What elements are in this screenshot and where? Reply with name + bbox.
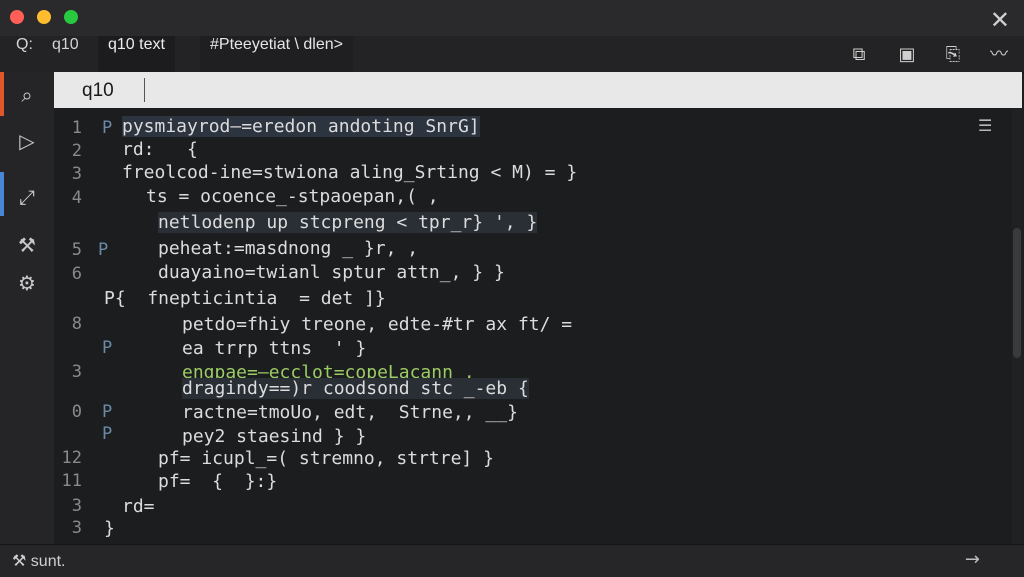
run-icon[interactable]: ▷ — [10, 124, 44, 158]
arrow-right-icon[interactable]: → — [965, 549, 980, 570]
code-line[interactable]: dragindy==)r coodsond stc _-eb { — [182, 378, 529, 399]
code-line[interactable]: duayaino=twianl sptur attn_, } } — [158, 262, 505, 283]
active-marker-extensions — [0, 172, 4, 216]
code-line[interactable]: peheat:=masdnong _ }r, , — [158, 238, 418, 259]
code-line[interactable]: ea trrp ttns ' } — [182, 338, 366, 359]
line-number: 4 — [71, 188, 82, 208]
code-editor[interactable]: 1 2 3 4 5 6 8 3 0 12 11 3 3 P P P P P py… — [54, 108, 1022, 544]
status-label: sunt. — [30, 553, 66, 570]
text-caret — [144, 78, 145, 102]
save-icon[interactable]: ▣ — [896, 44, 918, 66]
scrollbar-thumb[interactable] — [1013, 228, 1021, 358]
line-number: 2 — [71, 141, 82, 161]
line-number: 3 — [71, 164, 82, 184]
active-marker-top — [0, 72, 4, 116]
close-window-button[interactable] — [10, 10, 24, 24]
split-editor-icon[interactable]: ⧉ — [848, 44, 870, 66]
line-number: 8 — [71, 314, 82, 334]
tab-search[interactable]: Q: — [6, 36, 43, 72]
code-line[interactable]: ts = ocoence_-stpaoepan,( , — [146, 186, 439, 207]
editor-window: ✕ Q: q10 q10 text #Pteeyetiat \ dlen> ⧉ … — [0, 0, 1024, 577]
search-icon[interactable]: ⌕ — [10, 78, 44, 112]
fold-marker[interactable]: P — [102, 402, 112, 422]
line-number: 5 — [71, 240, 82, 260]
code-line[interactable]: rd: { — [122, 139, 198, 160]
fold-marker[interactable]: P — [102, 338, 112, 358]
close-icon[interactable]: ✕ — [990, 6, 1010, 34]
fold-marker[interactable]: P — [102, 424, 112, 444]
search-bar — [54, 72, 1022, 108]
search-input[interactable] — [80, 76, 144, 106]
tab-q10[interactable]: q10 — [42, 36, 89, 72]
tab-q10-text[interactable]: q10 text — [98, 36, 175, 72]
code-line[interactable]: rd= — [122, 496, 155, 517]
wrench-icon[interactable]: ⚒ — [10, 228, 44, 262]
status-bar: ⚒ sunt. → — [0, 544, 1024, 577]
minimize-window-button[interactable] — [37, 10, 51, 24]
tab-file[interactable]: #Pteeyetiat \ dlen> — [200, 36, 353, 72]
line-number: 3 — [71, 362, 82, 382]
code-line[interactable]: pey2 staesind } } — [182, 426, 366, 447]
code-line[interactable]: pysmiayrod—=eredon andoting SnrG] — [122, 116, 480, 137]
code-line[interactable]: petdo=fhiy treone, edte-#tr ax ft/ = — [182, 314, 572, 335]
code-line[interactable]: freolcod-ine=stwiona aling_Srting < M) =… — [122, 162, 577, 183]
code-line[interactable]: pf= icupl_=( stremno, strtre] } — [158, 448, 494, 469]
minimap-toggle-icon[interactable]: ☰ — [978, 116, 998, 136]
code-line[interactable]: P{ fnepticintia = det ]} — [104, 288, 386, 309]
code-line[interactable]: ractne=tmoUo, edt, Strne,, __} — [182, 402, 518, 423]
line-number: 3 — [71, 496, 82, 516]
title-bar: ✕ — [0, 0, 1024, 36]
gear-icon[interactable]: ⚙ — [10, 266, 44, 300]
activity-bar: ⌕ ▷ ⤢ ⚒ ⚙ — [0, 72, 54, 544]
code-line[interactable]: } — [104, 518, 115, 539]
vertical-scrollbar[interactable] — [1012, 108, 1022, 544]
status-icon: ⚒ — [12, 553, 31, 570]
code-line[interactable]: pf= { }:} — [158, 471, 277, 492]
chart-icon[interactable]: 〰 — [988, 44, 1010, 66]
code-line[interactable]: netlodenp up stcpreng < tpr_r} ', } — [158, 212, 538, 233]
line-number: 1 — [71, 118, 82, 138]
fold-marker[interactable]: P — [102, 118, 112, 138]
copy-icon[interactable]: ⎘ — [942, 44, 964, 66]
fold-marker[interactable]: P — [98, 240, 108, 260]
line-number: 3 — [71, 518, 82, 538]
line-number: 11 — [61, 471, 82, 491]
status-text: ⚒ sunt. — [12, 551, 65, 571]
line-number: 12 — [61, 448, 82, 468]
maximize-window-button[interactable] — [64, 10, 78, 24]
tab-bar: Q: q10 q10 text #Pteeyetiat \ dlen> — [0, 36, 1024, 73]
line-number: 6 — [71, 264, 82, 284]
line-number: 0 — [71, 402, 82, 422]
extensions-icon[interactable]: ⤢ — [10, 180, 44, 214]
